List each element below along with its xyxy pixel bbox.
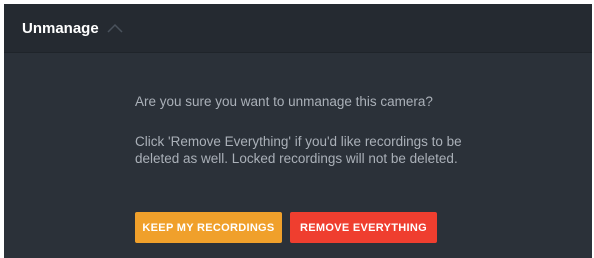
dialog-body: Are you sure you want to unmanage this c… [135,93,465,167]
section-title: Unmanage [22,19,99,37]
chevron-up-icon[interactable] [107,22,123,34]
remove-everything-button[interactable]: REMOVE EVERYTHING [290,212,437,243]
confirmation-explanation: Click 'Remove Everything' if you'd like … [135,134,462,166]
keep-recordings-button[interactable]: KEEP MY RECORDINGS [135,212,282,243]
unmanage-panel: Unmanage Are you sure you want to unmana… [4,4,592,258]
section-header[interactable]: Unmanage [4,4,592,53]
confirmation-question: Are you sure you want to unmanage this c… [135,94,433,109]
